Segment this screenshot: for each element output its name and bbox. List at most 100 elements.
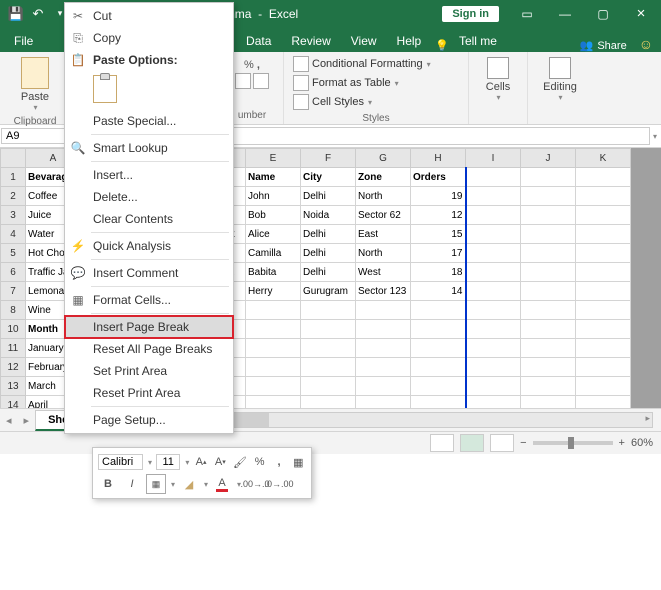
cell[interactable] [466, 320, 521, 339]
row-header[interactable]: 1 [1, 168, 26, 187]
cell[interactable] [576, 225, 631, 244]
cell[interactable]: East [356, 225, 411, 244]
name-box[interactable] [1, 128, 71, 144]
cell[interactable] [246, 301, 301, 320]
cell[interactable] [576, 187, 631, 206]
col-header[interactable]: H [411, 149, 466, 168]
cell[interactable]: Name [246, 168, 301, 187]
row-header[interactable]: 5 [1, 244, 26, 263]
cell[interactable]: 14 [411, 282, 466, 301]
row-header[interactable]: 14 [1, 396, 26, 409]
cell[interactable] [356, 358, 411, 377]
cell[interactable] [521, 396, 576, 409]
conditional-formatting-button[interactable]: Conditional Formatting▾ [290, 55, 462, 73]
comma-icon[interactable]: , [271, 452, 286, 472]
cell[interactable] [521, 206, 576, 225]
menu-reset-print-area[interactable]: Reset Print Area [65, 382, 233, 404]
tell-me[interactable]: Tell me [449, 30, 507, 52]
paste-option-default[interactable] [93, 71, 233, 110]
row-header[interactable]: 4 [1, 225, 26, 244]
col-header[interactable]: E [246, 149, 301, 168]
cell[interactable] [466, 225, 521, 244]
cell[interactable] [356, 301, 411, 320]
zoom-level[interactable]: 60% [631, 437, 653, 449]
sheet-next-icon[interactable]: ▸ [18, 414, 36, 427]
cell[interactable] [356, 377, 411, 396]
cell[interactable]: West [356, 263, 411, 282]
cell[interactable] [521, 301, 576, 320]
cell[interactable]: City [301, 168, 356, 187]
sheet-prev-icon[interactable]: ◂ [0, 414, 18, 427]
row-header[interactable]: 6 [1, 263, 26, 282]
cell[interactable] [576, 320, 631, 339]
font-size-picker[interactable]: 11 [156, 454, 180, 470]
cell[interactable]: Babita [246, 263, 301, 282]
cell[interactable] [576, 377, 631, 396]
row-header[interactable]: 7 [1, 282, 26, 301]
share-button[interactable]: 👥 Share [580, 39, 627, 52]
cell[interactable] [301, 320, 356, 339]
cell[interactable] [246, 339, 301, 358]
cell[interactable] [466, 358, 521, 377]
cell[interactable] [521, 263, 576, 282]
save-icon[interactable]: 💾 [8, 6, 24, 22]
col-header[interactable]: K [576, 149, 631, 168]
cell[interactable]: 15 [411, 225, 466, 244]
decrease-font-icon[interactable]: A▾ [213, 452, 228, 472]
cell[interactable] [466, 301, 521, 320]
cell[interactable]: Sector 62 [356, 206, 411, 225]
cell[interactable] [521, 320, 576, 339]
cell[interactable] [521, 168, 576, 187]
bold-button[interactable]: B [98, 474, 118, 494]
menu-delete[interactable]: Delete... [65, 186, 233, 208]
cell[interactable]: North [356, 244, 411, 263]
tab-help[interactable]: Help [387, 30, 432, 52]
cell[interactable] [576, 206, 631, 225]
cell[interactable] [466, 206, 521, 225]
decrease-decimal-button[interactable]: .00→.0 [245, 474, 265, 494]
ribbon-options-icon[interactable]: ▭ [509, 0, 545, 27]
cell[interactable] [411, 339, 466, 358]
cell[interactable] [411, 320, 466, 339]
tab-file[interactable]: File [4, 30, 43, 52]
cell[interactable] [466, 263, 521, 282]
cell[interactable]: Orders [411, 168, 466, 187]
cell[interactable]: Herry [246, 282, 301, 301]
editing-button[interactable]: Editing▾ [534, 55, 586, 104]
cell-styles-button[interactable]: Cell Styles▾ [290, 93, 462, 111]
cell[interactable]: John [246, 187, 301, 206]
zoom-out-button[interactable]: − [520, 437, 526, 449]
cell[interactable]: Zone [356, 168, 411, 187]
cell[interactable] [246, 396, 301, 409]
cell[interactable] [411, 301, 466, 320]
cell[interactable]: 17 [411, 244, 466, 263]
menu-paste-special[interactable]: Paste Special... [65, 110, 233, 132]
cell[interactable] [521, 339, 576, 358]
cell[interactable] [301, 396, 356, 409]
menu-set-print-area[interactable]: Set Print Area [65, 360, 233, 382]
col-header[interactable]: G [356, 149, 411, 168]
cell[interactable] [411, 377, 466, 396]
cell[interactable] [521, 225, 576, 244]
decrease-decimal-icon[interactable] [235, 73, 251, 89]
row-header[interactable]: 10 [1, 320, 26, 339]
cell[interactable] [466, 377, 521, 396]
menu-copy[interactable]: ⎘Copy [65, 27, 233, 49]
cell[interactable] [576, 282, 631, 301]
cell[interactable] [246, 320, 301, 339]
cell[interactable]: Delhi [301, 187, 356, 206]
border-button[interactable]: ▦ [146, 474, 166, 494]
cell[interactable] [301, 377, 356, 396]
menu-insert-comment[interactable]: 💬Insert Comment [65, 262, 233, 284]
cell[interactable]: North [356, 187, 411, 206]
menu-insert[interactable]: Insert... [65, 164, 233, 186]
page-break-view-icon[interactable] [490, 434, 514, 452]
cell[interactable] [576, 168, 631, 187]
row-header[interactable]: 3 [1, 206, 26, 225]
cell[interactable] [521, 358, 576, 377]
cell[interactable] [466, 282, 521, 301]
cell[interactable] [576, 339, 631, 358]
tell-me-icon[interactable]: 💡 [435, 39, 449, 52]
cell[interactable] [521, 244, 576, 263]
tab-review[interactable]: Review [281, 30, 340, 52]
